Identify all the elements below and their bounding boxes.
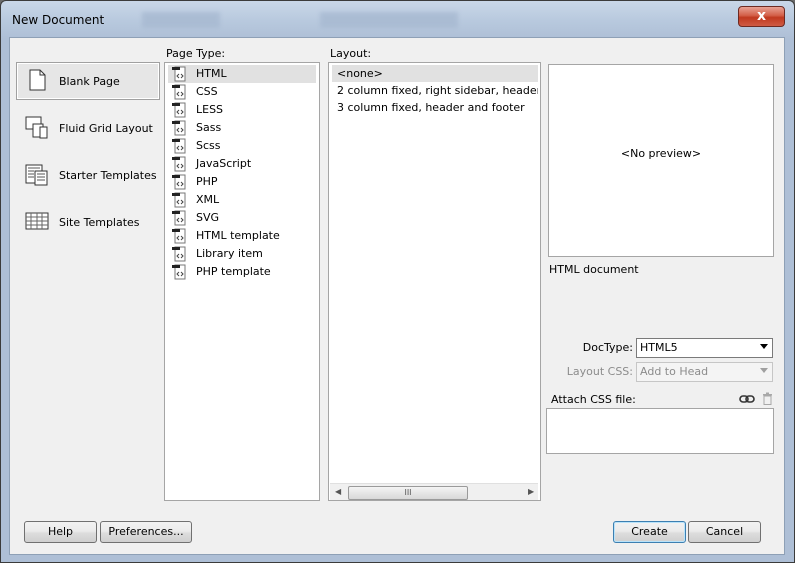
layout-item-none[interactable]: <none> <box>332 65 538 82</box>
chevron-down-icon <box>760 344 768 349</box>
layout-css-label: Layout CSS: <box>566 365 633 378</box>
cancel-button[interactable]: Cancel <box>688 521 761 543</box>
page-type-item-css[interactable]: CSS <box>168 83 316 101</box>
page-type-header: Page Type: <box>166 47 226 60</box>
category-fluid-grid-layout[interactable]: Fluid Grid Layout <box>16 109 160 147</box>
category-site-templates[interactable]: Site Templates <box>16 203 160 241</box>
file-code-icon <box>172 192 186 208</box>
doctype-label: DocType: <box>582 341 633 354</box>
scroll-thumb[interactable]: III <box>348 486 468 500</box>
preview-placeholder: <No preview> <box>620 147 702 160</box>
link-icon[interactable] <box>739 393 755 405</box>
page-type-item-xml[interactable]: XML <box>168 191 316 209</box>
doctype-value: HTML5 <box>640 341 678 354</box>
blank-page-icon <box>29 69 46 91</box>
create-button[interactable]: Create <box>613 521 686 543</box>
page-type-label: XML <box>196 193 220 206</box>
file-code-icon <box>172 228 186 244</box>
page-type-label: Scss <box>196 139 221 152</box>
layout-horizontal-scrollbar[interactable]: ◀ III ▶ <box>330 483 538 500</box>
dialog-title: New Document <box>12 13 105 27</box>
layout-label: 2 column fixed, right sidebar, header an… <box>337 84 538 97</box>
page-type-label: PHP template <box>196 265 271 278</box>
doctype-select[interactable]: HTML5 <box>636 338 773 358</box>
close-button[interactable]: x <box>738 6 785 27</box>
scroll-left-arrow-icon[interactable]: ◀ <box>335 487 341 496</box>
attach-css-label: Attach CSS file: <box>551 393 636 406</box>
page-type-item-scss[interactable]: Scss <box>168 137 316 155</box>
page-type-item-html[interactable]: HTML <box>168 65 316 83</box>
file-code-icon <box>172 264 186 280</box>
layout-item-2-column[interactable]: 2 column fixed, right sidebar, header an… <box>332 82 538 99</box>
page-type-item-php-template[interactable]: PHP template <box>168 263 316 281</box>
layout-label: 3 column fixed, header and footer <box>337 101 525 114</box>
preview-pane: <No preview> <box>548 64 774 257</box>
file-code-icon <box>172 66 186 82</box>
site-templates-icon <box>25 212 49 230</box>
page-type-item-less[interactable]: LESS <box>168 101 316 119</box>
file-code-icon <box>172 84 186 100</box>
layout-label: <none> <box>337 67 383 80</box>
scroll-thumb-grip: III <box>404 488 412 497</box>
page-type-item-html-template[interactable]: HTML template <box>168 227 316 245</box>
file-code-icon <box>172 156 186 172</box>
page-type-label: HTML template <box>196 229 280 242</box>
page-type-item-library-item[interactable]: Library item <box>168 245 316 263</box>
cancel-button-label: Cancel <box>705 525 744 538</box>
page-type-item-javascript[interactable]: JavaScript <box>168 155 316 173</box>
attach-css-list[interactable] <box>546 408 774 454</box>
help-button[interactable]: Help <box>24 521 97 543</box>
page-type-item-svg[interactable]: SVG <box>168 209 316 227</box>
category-label: Fluid Grid Layout <box>59 122 153 135</box>
scroll-right-arrow-icon[interactable]: ▶ <box>528 487 534 496</box>
blurred-background-title <box>320 12 458 28</box>
fluid-grid-icon <box>25 116 48 139</box>
layout-css-value: Add to Head <box>640 365 709 378</box>
file-code-icon <box>172 138 186 154</box>
category-label: Site Templates <box>59 216 140 229</box>
layout-item-3-column[interactable]: 3 column fixed, header and footer <box>332 99 538 116</box>
category-starter-templates[interactable]: Starter Templates <box>16 156 160 194</box>
file-code-icon <box>172 102 186 118</box>
page-type-label: CSS <box>196 85 218 98</box>
trash-icon[interactable] <box>762 392 773 405</box>
layout-header: Layout: <box>330 47 372 60</box>
layout-css-select: Add to Head <box>636 362 773 382</box>
page-type-label: HTML <box>196 67 227 80</box>
category-label: Blank Page <box>59 75 120 88</box>
layout-list: <none> 2 column fixed, right sidebar, he… <box>328 62 541 501</box>
page-type-label: JavaScript <box>196 157 252 170</box>
create-button-label: Create <box>631 525 668 538</box>
page-type-label: Sass <box>196 121 222 134</box>
page-type-item-sass[interactable]: Sass <box>168 119 316 137</box>
page-type-item-php[interactable]: PHP <box>168 173 316 191</box>
page-type-label: LESS <box>196 103 224 116</box>
starter-templates-icon <box>25 164 48 186</box>
help-button-label: Help <box>47 525 74 538</box>
file-code-icon <box>172 120 186 136</box>
preferences-button[interactable]: Preferences... <box>100 521 192 543</box>
page-type-label: SVG <box>196 211 220 224</box>
category-list: Blank Page Fluid Grid Layout Starter Tem… <box>16 62 160 250</box>
file-code-icon <box>172 210 186 226</box>
blurred-background-title <box>142 12 220 28</box>
chevron-down-icon <box>760 368 768 373</box>
file-code-icon <box>172 174 186 190</box>
page-type-label: Library item <box>196 247 263 260</box>
category-label: Starter Templates <box>59 169 157 182</box>
close-icon: x <box>756 8 767 24</box>
preview-description: HTML document <box>549 263 639 276</box>
category-blank-page[interactable]: Blank Page <box>16 62 160 100</box>
preferences-button-label: Preferences... <box>108 525 184 538</box>
page-type-list: HTML CSS LESS Sass Scss JavaScript PHP X… <box>164 62 320 501</box>
file-code-icon <box>172 246 186 262</box>
page-type-label: PHP <box>196 175 218 188</box>
